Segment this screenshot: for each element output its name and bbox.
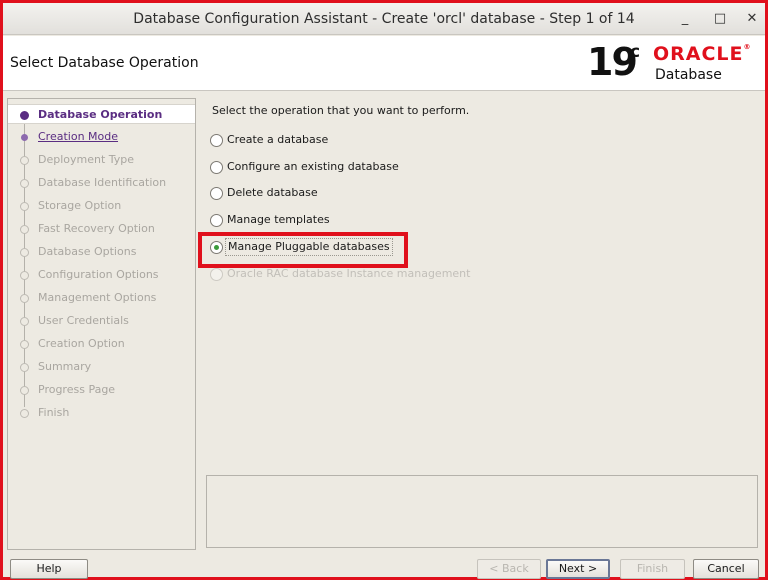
step-label: Summary (38, 360, 92, 373)
step-marker-icon (20, 111, 29, 120)
step-marker-icon (20, 156, 29, 165)
step-marker-icon (20, 248, 29, 257)
dbca-window: Database Configuration Assistant - Creat… (0, 0, 768, 580)
logo-version-sup: c (630, 42, 641, 62)
step-label: Storage Option (38, 199, 122, 212)
radio-button[interactable] (210, 134, 223, 147)
radio-button[interactable] (210, 214, 223, 227)
step-item: Fast Recovery Option (8, 219, 195, 239)
radio-button (210, 268, 223, 281)
step-marker-icon (20, 225, 29, 234)
step-label: Management Options (38, 291, 157, 304)
close-icon[interactable]: ✕ (742, 9, 762, 29)
finish-button[interactable]: Finish (620, 559, 685, 579)
step-label: Database Identification (38, 176, 167, 189)
step-item: Finish (8, 403, 195, 423)
step-marker-icon (20, 179, 29, 188)
title-bar[interactable]: Database Configuration Assistant - Creat… (3, 3, 765, 35)
step-item: Management Options (8, 288, 195, 308)
radio-button[interactable] (210, 241, 223, 254)
option-label: Create a database (227, 133, 329, 146)
step-marker-icon (20, 317, 29, 326)
option-label: Oracle RAC database Instance management (227, 267, 471, 280)
step-item[interactable]: Creation Mode (8, 127, 195, 147)
step-label: Database Options (38, 245, 137, 258)
step-marker-icon (20, 409, 29, 418)
radio-button[interactable] (210, 161, 223, 174)
step-marker-icon (21, 134, 28, 141)
step-item: Database Identification (8, 173, 195, 193)
help-button[interactable]: Help (10, 559, 88, 579)
step-label[interactable]: Creation Mode (38, 127, 118, 147)
step-item: Creation Option (8, 334, 195, 354)
message-area (206, 475, 758, 548)
page-header: Select Database Operation 19 c ORACLE® D… (3, 36, 765, 91)
step-marker-icon (20, 363, 29, 372)
step-label: Database Operation (38, 108, 163, 121)
step-item: Configuration Options (8, 265, 195, 285)
option-label: Configure an existing database (227, 160, 399, 173)
step-marker-icon (20, 271, 29, 280)
logo-brand: ORACLE® (653, 43, 751, 65)
logo-brand-mark: ® (743, 43, 751, 51)
option-label: Delete database (227, 186, 318, 199)
step-marker-icon (20, 386, 29, 395)
next-button[interactable]: Next > (546, 559, 610, 579)
main-panel: Select the operation that you want to pe… (198, 98, 763, 550)
step-label: User Credentials (38, 314, 129, 327)
step-label: Finish (38, 406, 70, 419)
option-label: Manage Pluggable databases (225, 238, 393, 256)
logo-product: Database (655, 67, 722, 83)
step-item: Progress Page (8, 380, 195, 400)
step-navigator: Database Operation Creation Mode Deploymen… (7, 98, 196, 550)
operation-prompt: Select the operation that you want to pe… (212, 104, 470, 117)
step-label: Fast Recovery Option (38, 222, 155, 235)
step-marker-icon (20, 294, 29, 303)
step-item: Summary (8, 357, 195, 377)
radio-button[interactable] (210, 187, 223, 200)
logo-version: 19 (587, 40, 638, 84)
step-item: Database Options (8, 242, 195, 262)
step-label: Configuration Options (38, 268, 159, 281)
cancel-button[interactable]: Cancel (693, 559, 759, 579)
option-label: Manage templates (227, 213, 330, 226)
window-title: Database Configuration Assistant - Creat… (133, 11, 635, 27)
step-item: User Credentials (8, 311, 195, 331)
page-title: Select Database Operation (10, 55, 199, 71)
logo-brand-text: ORACLE (653, 43, 744, 65)
step-item: Storage Option (8, 196, 195, 216)
maximize-icon[interactable]: □ (710, 9, 730, 29)
step-item: Database Operation (8, 104, 195, 124)
step-label: Progress Page (38, 383, 116, 396)
step-label: Creation Option (38, 337, 125, 350)
step-item: Deployment Type (8, 150, 195, 170)
step-marker-icon (20, 340, 29, 349)
minimize-icon[interactable]: _ (675, 9, 695, 29)
step-marker-icon (20, 202, 29, 211)
step-label: Deployment Type (38, 153, 135, 166)
back-button[interactable]: < Back (477, 559, 541, 579)
